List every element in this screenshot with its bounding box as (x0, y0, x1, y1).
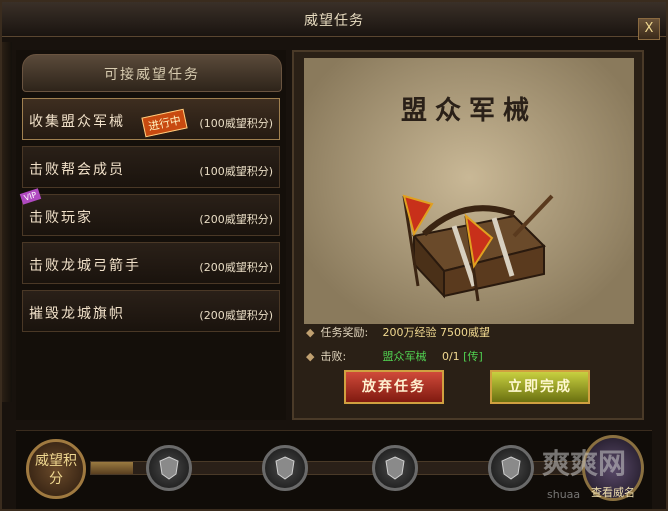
watermark: 爽爽网 (542, 447, 627, 480)
teleport-link[interactable]: [传] (463, 350, 483, 363)
abandon-task-button[interactable]: 放弃任务 (344, 370, 444, 404)
defeat-row: ◆ 击败: 盟众军械 0/1 [传] (306, 348, 626, 366)
in-progress-badge: 进行中 (141, 108, 188, 138)
reward-node-3[interactable] (372, 445, 418, 491)
task-detail-title: 盟众军械 (400, 96, 537, 126)
reward-label: 任务奖励: (320, 326, 369, 339)
task-points: (100威望积分) (199, 165, 273, 178)
defeat-target-link[interactable]: 盟众军械 (382, 350, 426, 363)
war-chest-illustration (402, 194, 554, 302)
defeat-label: 击败: (320, 350, 347, 363)
task-item-defeat-guild[interactable]: 击败帮会成员 (100威望积分) (22, 146, 280, 188)
rank-label: 查看威名 (591, 486, 635, 499)
reputation-task-window: 威望任务 X 可接威望任务 收集盟众军械 进行中 (100威望积分) 击败帮会成… (0, 0, 668, 511)
parchment-scroll: 盟众军械 (304, 58, 634, 324)
task-item-destroy-flags[interactable]: 摧毁龙城旗帜 (200威望积分) (22, 290, 280, 332)
defeat-progress: 0/1 (441, 350, 460, 363)
reward-node-2[interactable] (262, 445, 308, 491)
vip-tag: VIP (19, 188, 41, 205)
shield-icon (385, 456, 405, 480)
task-name: 击败龙城弓箭手 (29, 258, 141, 274)
task-name: 收集盟众军械 (29, 114, 125, 130)
shield-icon (275, 456, 295, 480)
complete-now-button[interactable]: 立即完成 (490, 370, 590, 404)
task-name: 摧毁龙城旗帜 (29, 306, 125, 322)
shield-icon (159, 456, 179, 480)
task-points: (200威望积分) (199, 213, 273, 226)
close-button[interactable]: X (638, 18, 660, 40)
task-list-header: 可接威望任务 (22, 54, 282, 92)
title-bar: 威望任务 X (2, 2, 666, 40)
reward-row: ◆ 任务奖励: 200万经验 7500威望 (306, 324, 626, 342)
task-item-collect-arms[interactable]: 收集盟众军械 进行中 (100威望积分) (22, 98, 280, 140)
diamond-icon: ◆ (306, 350, 315, 363)
task-name: 击败玩家 (29, 210, 93, 226)
reputation-points-button[interactable]: 威望积分 (26, 439, 86, 499)
task-list-title: 可接威望任务 (104, 67, 200, 83)
task-points: (200威望积分) (199, 261, 273, 274)
task-points: (200威望积分) (199, 309, 273, 322)
task-points: (100威望积分) (199, 117, 273, 130)
reward-node-4[interactable] (488, 445, 534, 491)
task-list-panel: 可接威望任务 收集盟众军械 进行中 (100威望积分) 击败帮会成员 (100威… (16, 50, 286, 420)
task-item-defeat-players[interactable]: VIP 击败玩家 (200威望积分) (19, 188, 280, 236)
left-edge-decoration (2, 42, 12, 402)
reward-node-1[interactable] (146, 445, 192, 491)
task-name: 击败帮会成员 (29, 162, 125, 178)
progress-fill (91, 462, 133, 474)
task-detail-panel: 盟众军械 ◆ 任务奖励: 200万经验 7500威望 ◆ 击败: 盟众军械 0/1 [传… (292, 50, 644, 420)
window-title: 威望任务 (304, 13, 364, 29)
diamond-icon: ◆ (306, 326, 315, 339)
shield-icon (501, 456, 521, 480)
watermark-url: shuaa (547, 488, 581, 501)
task-item-defeat-archers[interactable]: 击败龙城弓箭手 (200威望积分) (22, 242, 280, 284)
reward-value: 200万经验 7500威望 (382, 326, 490, 339)
